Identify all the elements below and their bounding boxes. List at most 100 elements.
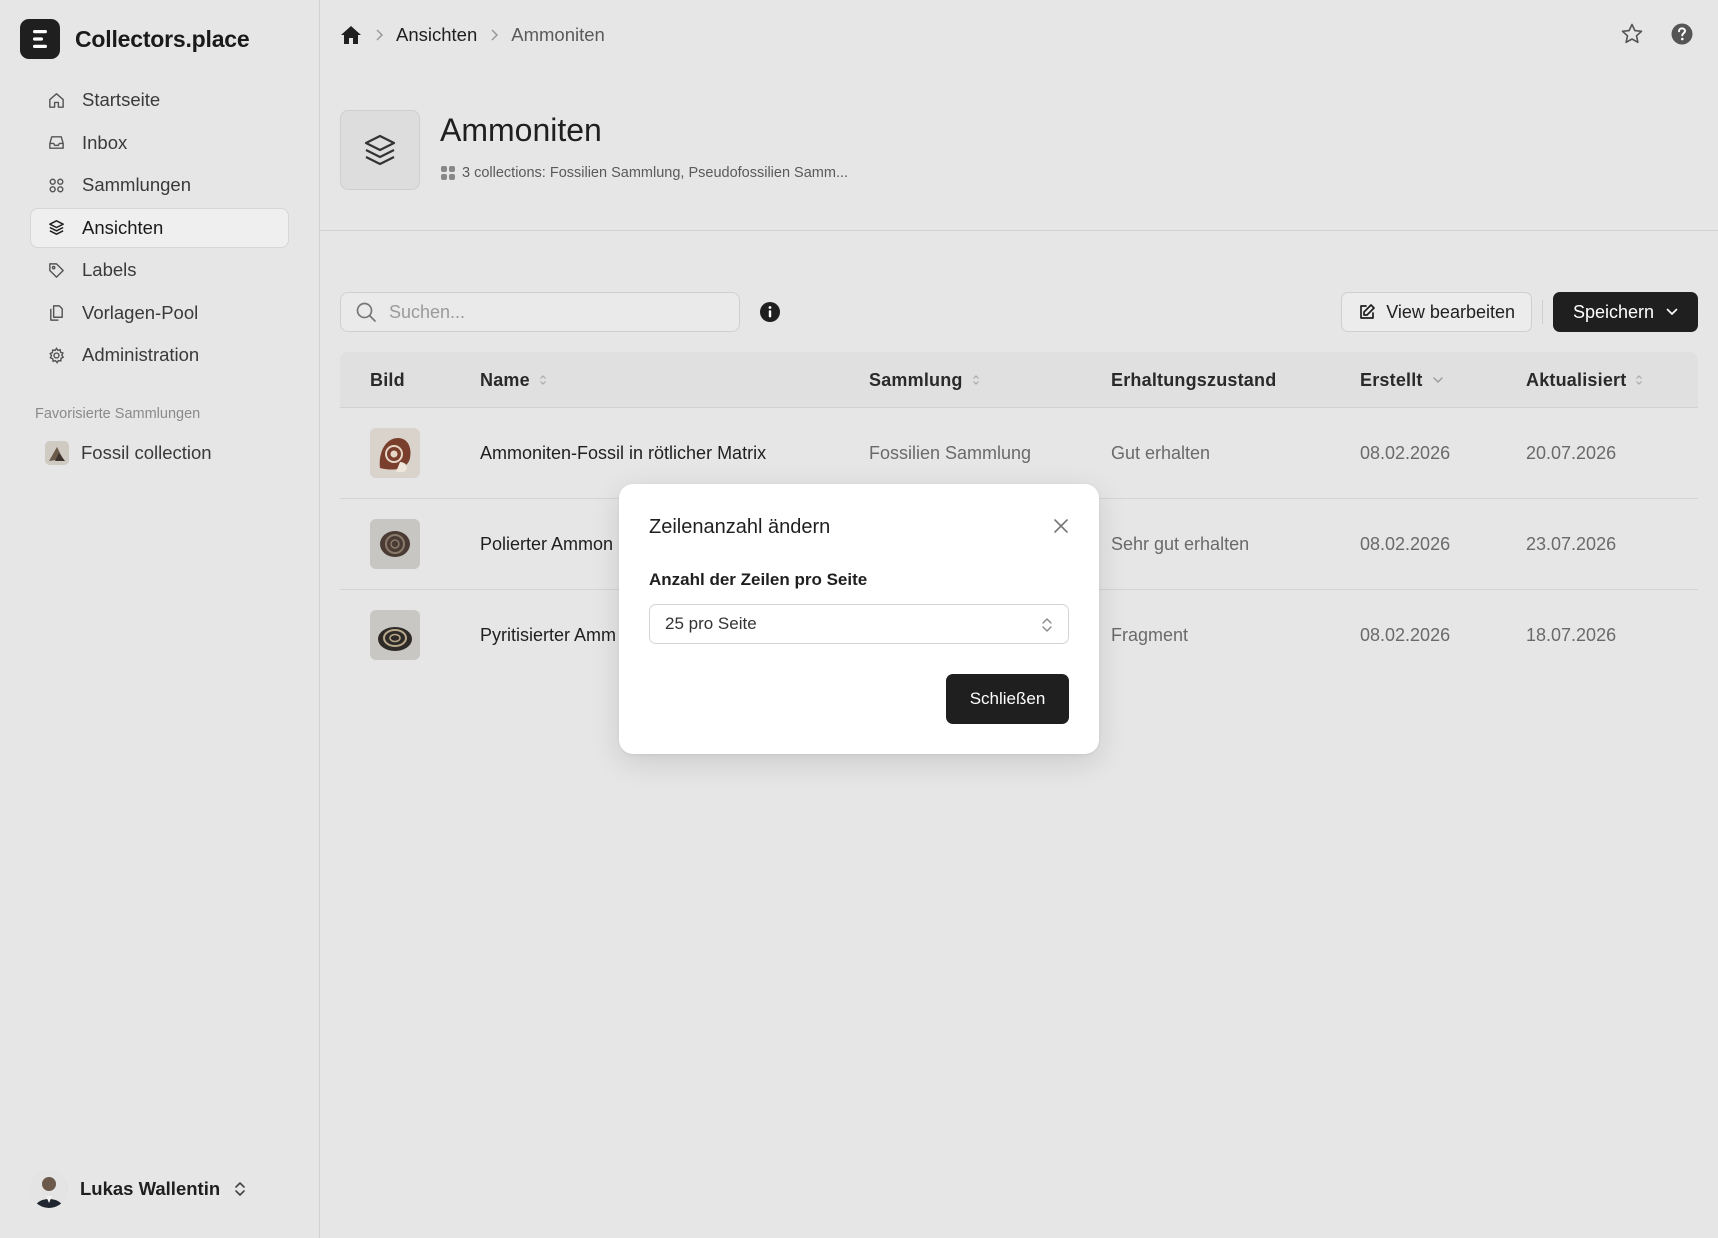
top-actions (1620, 22, 1694, 46)
help-icon[interactable] (1670, 22, 1694, 46)
fossil-thumbnail (370, 428, 420, 478)
column-header-bild: Bild (370, 352, 405, 408)
inbox-icon (46, 133, 66, 153)
breadcrumb-item-ammoniten: Ammoniten (511, 24, 605, 45)
sidebar-item-sammlungen[interactable]: Sammlungen (30, 165, 289, 205)
fossil-thumbnail (370, 610, 420, 660)
fossil-thumbnail (370, 519, 420, 569)
chevron-up-down-icon (1040, 615, 1054, 635)
layers-icon (340, 110, 420, 190)
breadcrumb: Ansichten Ammoniten (340, 20, 605, 50)
sort-icon (539, 374, 547, 386)
item-updated: 20.07.2026 (1526, 442, 1617, 463)
column-header-erhaltungszustand: Erhaltungszustand (1111, 352, 1276, 408)
image-cell (370, 499, 420, 589)
sidebar-item-label: Vorlagen-Pool (82, 301, 199, 323)
select-value: 25 pro Seite (665, 614, 757, 633)
search-icon (355, 301, 377, 323)
favorite-item-fossil-collection[interactable]: Fossil collection (45, 441, 212, 465)
table-header: Bild Name Sammlung Erhaltungszustand Ers… (340, 352, 1698, 408)
home-icon (46, 90, 66, 110)
item-condition: Fragment (1111, 624, 1189, 645)
sidebar-nav: Startseite Inbox Sammlungen Ansichten La… (30, 80, 289, 378)
header-divider (320, 230, 1718, 231)
search-box[interactable] (340, 292, 740, 332)
item-name[interactable]: Polierter Ammon (480, 499, 613, 589)
gear-icon (46, 345, 66, 365)
grid-icon (46, 175, 66, 195)
column-header-name[interactable]: Name (480, 352, 547, 408)
favorite-item-label: Fossil collection (81, 442, 212, 463)
avatar (30, 1170, 68, 1208)
column-header-erstellt[interactable]: Erstellt (1360, 352, 1444, 408)
sidebar-item-ansichten[interactable]: Ansichten (30, 207, 289, 248)
save-button[interactable]: Speichern (1553, 292, 1698, 332)
column-header-aktualisiert[interactable]: Aktualisiert (1526, 352, 1643, 408)
dialog-title: Zeilenanzahl ändern (649, 516, 831, 538)
item-updated: 23.07.2026 (1526, 533, 1617, 554)
close-button[interactable]: Schließen (946, 674, 1069, 724)
user-menu[interactable]: Lukas Wallentin (30, 1170, 248, 1208)
sidebar-item-label: Ansichten (82, 216, 164, 238)
column-header-sammlung[interactable]: Sammlung (869, 352, 980, 408)
search-input[interactable] (389, 301, 709, 323)
item-created: 08.02.2026 (1360, 442, 1451, 463)
sidebar-item-label: Inbox (82, 131, 128, 153)
brand[interactable]: Collectors.place (20, 19, 250, 59)
page-subtitle: 3 collections: Fossilien Sammlung, Pseud… (440, 165, 848, 181)
image-cell (370, 408, 420, 498)
toolbar: View bearbeiten Speichern (340, 292, 1698, 332)
tag-icon (46, 260, 66, 280)
close-icon[interactable] (1053, 518, 1069, 534)
edit-view-button[interactable]: View bearbeiten (1341, 292, 1532, 332)
item-created: 08.02.2026 (1360, 624, 1451, 645)
page-header: Ammoniten 3 collections: Fossilien Samml… (340, 110, 848, 190)
sidebar-item-vorlagen-pool[interactable]: Vorlagen-Pool (30, 293, 289, 333)
sidebar-item-inbox[interactable]: Inbox (30, 123, 289, 163)
sidebar-item-labels[interactable]: Labels (30, 250, 289, 290)
column-label: Bild (370, 369, 405, 390)
sidebar-item-startseite[interactable]: Startseite (30, 80, 289, 120)
sidebar-item-label: Startseite (82, 89, 161, 110)
edit-view-label: View bearbeiten (1386, 301, 1515, 322)
image-cell (370, 590, 420, 680)
sort-icon (972, 374, 980, 386)
chevron-right-icon (489, 28, 499, 42)
sidebar: Collectors.place Startseite Inbox Sammlu… (0, 0, 320, 1238)
sidebar-item-label: Sammlungen (82, 174, 192, 195)
collections-icon (440, 165, 456, 181)
edit-icon (1358, 303, 1376, 321)
item-created: 08.02.2026 (1360, 533, 1451, 554)
column-label: Aktualisiert (1526, 369, 1627, 390)
page-title: Ammoniten (440, 112, 602, 148)
rows-per-page-dialog: Zeilenanzahl ändern Anzahl der Zeilen pr… (619, 484, 1099, 754)
item-name[interactable]: Pyritisierter Amm (480, 590, 616, 680)
sidebar-item-label: Labels (82, 259, 137, 280)
toolbar-divider (1542, 300, 1543, 324)
item-condition: Gut erhalten (1111, 442, 1211, 463)
info-icon[interactable] (759, 301, 781, 323)
breadcrumb-item-ansichten[interactable]: Ansichten (396, 24, 477, 46)
column-label: Erstellt (1360, 369, 1423, 390)
star-icon[interactable] (1620, 22, 1644, 46)
home-icon[interactable] (340, 24, 362, 46)
app-logo-icon (20, 19, 60, 59)
rows-per-page-label: Anzahl der Zeilen pro Seite (649, 570, 868, 589)
favorites-heading: Favorisierte Sammlungen (35, 406, 201, 422)
chevron-down-icon (1666, 308, 1678, 316)
rows-per-page-select[interactable]: 25 pro Seite (649, 604, 1069, 644)
sidebar-item-label: Administration (82, 344, 200, 365)
collections-summary[interactable]: 3 collections: Fossilien Sammlung, Pseud… (462, 165, 848, 181)
copy-icon (46, 303, 66, 323)
item-condition: Sehr gut erhalten (1111, 533, 1250, 554)
column-label: Sammlung (869, 369, 963, 390)
column-label: Name (480, 369, 530, 390)
chevron-up-down-icon (232, 1180, 248, 1198)
user-name: Lukas Wallentin (80, 1178, 221, 1199)
app-name: Collectors.place (75, 25, 250, 52)
collection-thumbnail (45, 441, 69, 465)
sidebar-item-administration[interactable]: Administration (30, 335, 289, 375)
chevron-right-icon (374, 28, 384, 42)
chevron-down-icon (1432, 376, 1444, 384)
column-label: Erhaltungszustand (1111, 369, 1277, 390)
